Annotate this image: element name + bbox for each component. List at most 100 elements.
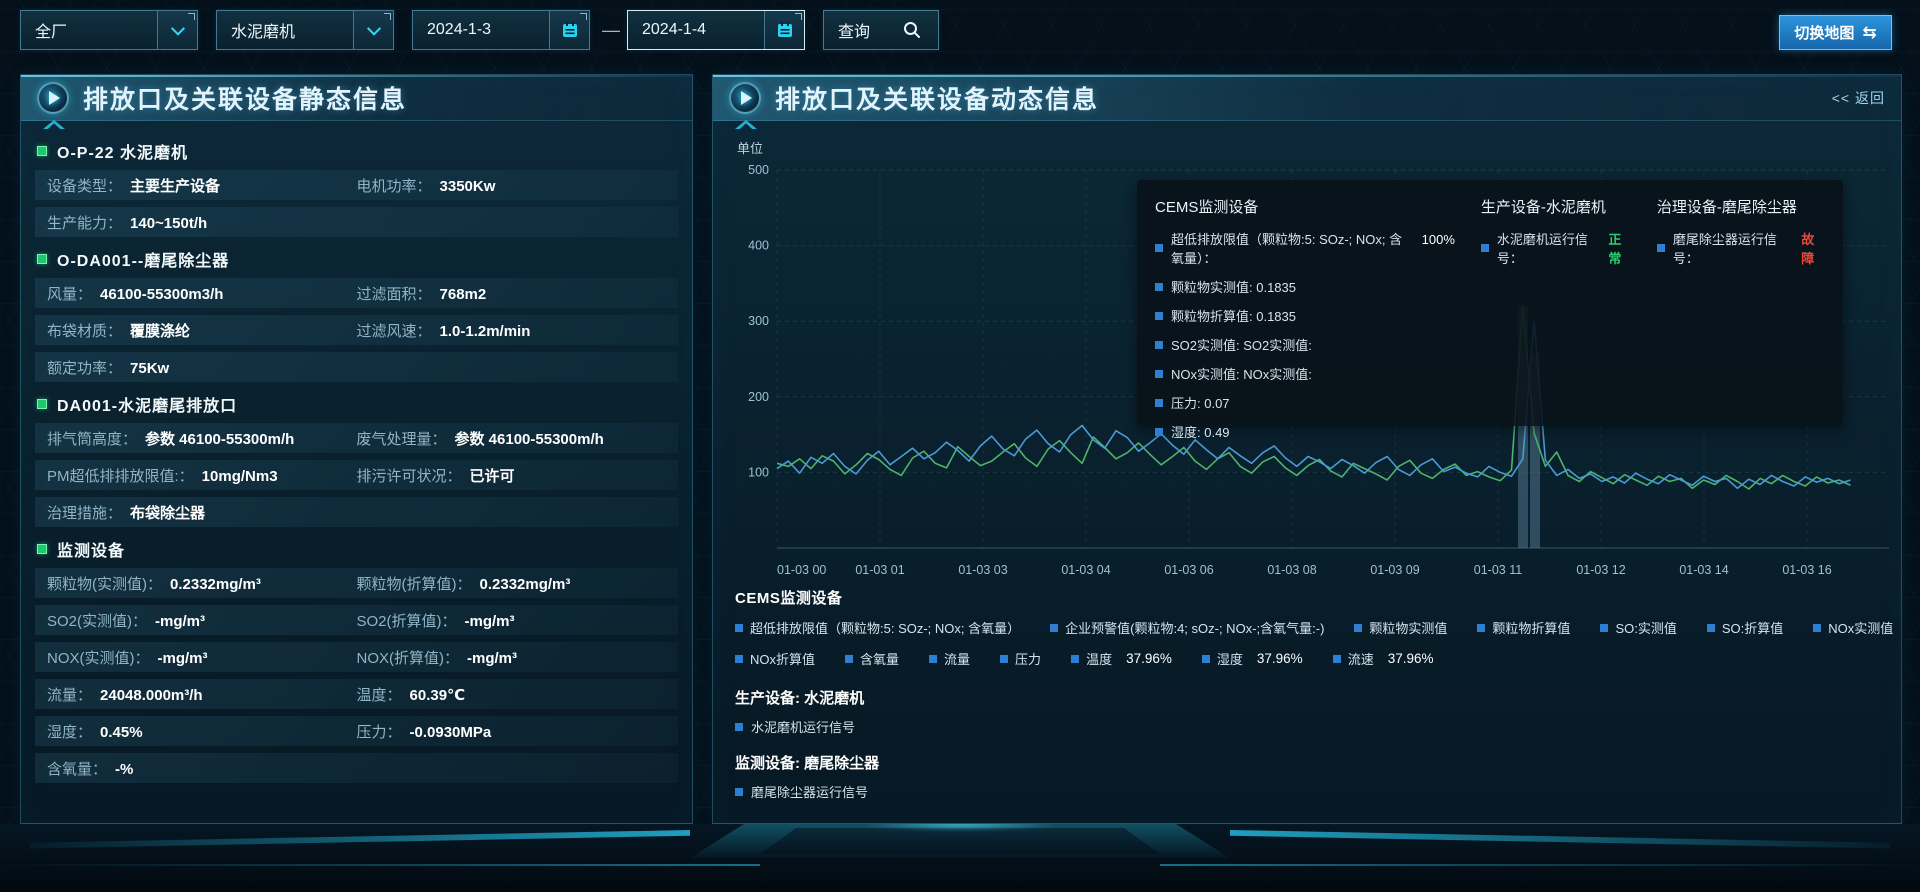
field: SO2(实测值)：-mg/m³ (47, 610, 357, 631)
tooltip-item: 颗粒物实测值: 0.1835 (1155, 277, 1455, 296)
field: 废气处理量： 参数 46100-55300m/h (357, 428, 667, 449)
legend-square-icon (1155, 399, 1163, 407)
tooltip-cems-title: CEMS监测设备 (1155, 196, 1455, 217)
svg-text:100: 100 (748, 465, 769, 479)
legend-item[interactable]: 颗粒物实测值 (1354, 618, 1447, 637)
device-select[interactable]: 水泥磨机 (216, 10, 394, 50)
dynamic-panel-title: 排放口及关联设备动态信息 (775, 80, 1099, 116)
legend-item[interactable]: 含氧量 (845, 649, 899, 668)
tooltip-item: 压力: 0.07 (1155, 393, 1455, 412)
section-header: O-P-22 水泥磨机 (37, 136, 678, 166)
tooltip-item-text: NOx实测值: NOx实测值: (1171, 364, 1312, 383)
field-label: 电机功率： (357, 175, 432, 196)
legend-item[interactable]: 温度37.96% (1071, 649, 1172, 668)
field-value: 75Kw (130, 360, 169, 377)
signal-section-header: 生产设备: 水泥磨机 (735, 687, 879, 708)
back-link[interactable]: << 返回 (1832, 88, 1885, 108)
plant-select-value: 全厂 (21, 11, 157, 49)
legend-item[interactable]: NOx折算值 (735, 649, 815, 668)
legend-square-icon (735, 624, 743, 632)
legend-item[interactable]: 企业预警值(颗粒物:4; sOz-; NOx-;含氧气量:-) (1050, 618, 1324, 637)
device-select-dropdown-button[interactable] (353, 11, 393, 49)
legend-square-icon (1155, 370, 1163, 378)
signal-legend-item[interactable]: 水泥磨机运行信号 (735, 717, 879, 736)
field: 颗粒物(折算值)：0.2332mg/m³ (357, 573, 667, 594)
query-button-label: 查询 (824, 11, 902, 49)
svg-text:01-03 16: 01-03 16 (1782, 563, 1831, 577)
legend-item[interactable]: SO:折算值 (1707, 618, 1783, 637)
legend-item[interactable]: 超低排放限值（颗粒物:5: SOz-; NOx; 含氧量） (735, 618, 1020, 637)
start-date-calendar-button[interactable] (549, 11, 589, 49)
legend-item-label: 流量 (944, 649, 970, 668)
section-title: 监测设备 (57, 537, 125, 561)
legend-item[interactable]: SO:实测值 (1600, 618, 1676, 637)
field-label: NOX(折算值)： (357, 647, 460, 668)
legend-item[interactable]: 流速37.96% (1333, 649, 1434, 668)
field: 电机功率： 3350Kw (357, 175, 667, 196)
legend-item[interactable]: 湿度37.96% (1202, 649, 1303, 668)
legend-item-label: 颗粒物实测值 (1369, 618, 1447, 637)
tooltip-item-text: 湿度: 0.49 (1171, 422, 1230, 441)
field-value: 参数 46100-55300m/h (455, 428, 604, 449)
end-date-calendar-button[interactable] (764, 11, 804, 49)
legend-item[interactable]: 流量 (929, 649, 970, 668)
tooltip-item: NOx实测值: NOx实测值: (1155, 364, 1455, 383)
legend-item[interactable]: NOx实测值 (1813, 618, 1893, 637)
svg-text:01-03 00: 01-03 00 (777, 563, 826, 577)
legend-item[interactable]: 压力 (1000, 649, 1041, 668)
field-value: -% (115, 761, 133, 778)
field-label: 温度： (357, 684, 402, 705)
query-button[interactable]: 查询 (823, 10, 939, 50)
svg-text:01-03 04: 01-03 04 (1061, 563, 1110, 577)
device-select-value: 水泥磨机 (217, 11, 353, 49)
field-label: 排污许可状况： (357, 465, 462, 486)
legend-item-label: NOx实测值 (1828, 618, 1893, 637)
field-value: 1.0-1.2m/min (440, 323, 531, 340)
field-label: 生产能力： (47, 212, 122, 233)
legend-square-icon (1155, 283, 1163, 291)
legend-square-icon (1477, 624, 1485, 632)
signal-legend-item[interactable]: 磨尾除尘器运行信号 (735, 782, 879, 801)
svg-text:01-03 06: 01-03 06 (1164, 563, 1213, 577)
data-row: 颗粒物(实测值)：0.2332mg/m³颗粒物(折算值)：0.2332mg/m³ (35, 568, 678, 598)
end-date-value: 2024-1-4 (628, 11, 764, 49)
legend-item[interactable]: 颗粒物折算值 (1477, 618, 1570, 637)
svg-text:01-03 08: 01-03 08 (1267, 563, 1316, 577)
tooltip-cems-column: CEMS监测设备 超低排放限值（颗粒物:5: SOz-; NOx; 含氧量）：1… (1155, 196, 1455, 410)
chart-legend: CEMS监测设备 超低排放限值（颗粒物:5: SOz-; NOx; 含氧量）企业… (735, 587, 1885, 680)
field-label: PM超低排排放限值:： (47, 465, 194, 486)
section-bullet-icon (37, 146, 47, 156)
field-value: 0.2332mg/m³ (170, 576, 261, 593)
field-value: -mg/m³ (467, 650, 517, 667)
field: 风量：46100-55300m3/h (47, 283, 357, 304)
legend-square-icon (1354, 624, 1362, 632)
field-label: 废气处理量： (357, 428, 447, 449)
field: 颗粒物(实测值)：0.2332mg/m³ (47, 573, 357, 594)
dynamic-info-panel: 排放口及关联设备动态信息 << 返回 单位10020030040050001-0… (712, 74, 1902, 824)
data-row: PM超低排排放限值:：10mg/Nm3排污许可状况：已许可 (35, 460, 678, 490)
data-row: SO2(实测值)：-mg/m³SO2(折算值)：-mg/m³ (35, 605, 678, 635)
field: 排污许可状况：已许可 (357, 465, 667, 486)
end-date-picker[interactable]: 2024-1-4 (627, 10, 805, 50)
plant-select[interactable]: 全厂 (20, 10, 198, 50)
data-row: 风量：46100-55300m3/h过滤面积：768m2 (35, 278, 678, 308)
field-value: 0.45% (100, 724, 143, 741)
plant-select-dropdown-button[interactable] (157, 11, 197, 49)
field-label: 额定功率： (47, 357, 122, 378)
legend-item-label: 流速 (1348, 649, 1374, 668)
tooltip-item: SO2实测值: SO2实测值: (1155, 335, 1455, 354)
static-info-panel-header: 排放口及关联设备静态信息 (21, 75, 692, 121)
field-label: SO2(折算值)： (357, 610, 457, 631)
svg-text:单位: 单位 (737, 141, 763, 156)
chevron-down-icon (366, 22, 380, 36)
field-value: 3350Kw (440, 178, 496, 195)
start-date-picker[interactable]: 2024-1-3 (412, 10, 590, 50)
legend-square-icon (1202, 655, 1210, 663)
date-range-separator: — (598, 10, 624, 50)
legend-row: 超低排放限值（颗粒物:5: SOz-; NOx; 含氧量） 企业预警值(颗粒物:4… (735, 618, 1885, 637)
legend-square-icon (1155, 312, 1163, 320)
tooltip-item: 颗粒物折算值: 0.1835 (1155, 306, 1455, 325)
switch-map-button[interactable]: 切换地图 ⇆ (1779, 15, 1892, 50)
tooltip-item-text: 压力: 0.07 (1171, 393, 1230, 412)
svg-text:200: 200 (748, 390, 769, 404)
